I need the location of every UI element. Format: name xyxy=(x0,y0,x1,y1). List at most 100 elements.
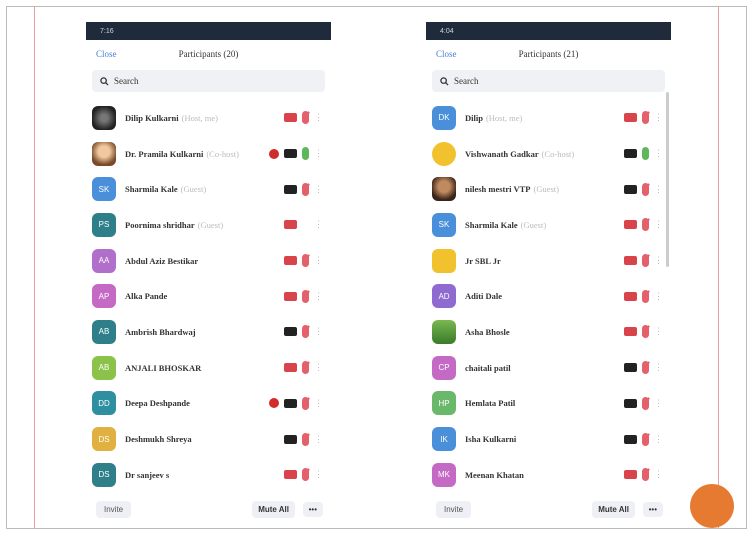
mute-all-button[interactable]: Mute All xyxy=(252,500,295,518)
mic-muted-icon xyxy=(302,361,309,375)
avatar: PS xyxy=(92,212,116,237)
participant-name-text: Dr. Pramila Kulkarni xyxy=(125,148,204,159)
row-menu-icon[interactable]: ⋮ xyxy=(654,148,663,159)
participant-row[interactable]: DS Deshmukh Shreya ⋮ xyxy=(86,421,331,457)
avatar-initials: DD xyxy=(98,398,110,408)
avatar: AD xyxy=(432,284,456,309)
avatar xyxy=(432,248,456,273)
participant-name-text: Meenan Khatan xyxy=(465,469,524,480)
participant-row[interactable]: MK Meenan Khatan ⋮ xyxy=(426,457,671,493)
avatar-initials: AA xyxy=(98,256,110,266)
participant-row[interactable]: Asha Bhosle ⋮ xyxy=(426,314,671,350)
floating-action-button[interactable] xyxy=(690,484,734,528)
participant-name: Deshmukh Shreya xyxy=(125,434,195,444)
search-input[interactable]: Search xyxy=(432,70,665,92)
participant-status-icons: ⋮ xyxy=(624,289,663,303)
participant-row[interactable]: AD Aditi Dale ⋮ xyxy=(426,278,671,314)
row-menu-icon[interactable]: ⋮ xyxy=(314,255,323,266)
row-menu-icon[interactable]: ⋮ xyxy=(314,398,323,409)
scrollbar[interactable] xyxy=(666,92,669,267)
participant-name-text: Deshmukh Shreya xyxy=(125,434,192,445)
participant-row[interactable]: AP Alka Pande ⋮ xyxy=(86,278,331,314)
avatar: DS xyxy=(92,462,116,487)
participant-name: Alka Pande xyxy=(125,291,170,301)
participant-row[interactable]: AB Ambrish Bhardwaj ⋮ xyxy=(86,314,331,350)
avatar-initials: IK xyxy=(440,434,448,444)
mic-on-icon xyxy=(642,147,649,161)
avatar xyxy=(92,105,116,130)
participant-row[interactable]: SK Sharmila Kale (Guest) ⋮ xyxy=(86,171,331,207)
row-menu-icon[interactable]: ⋮ xyxy=(654,362,663,373)
participant-status-icons: ⋮ xyxy=(269,396,323,410)
participant-status-icons: ⋮ xyxy=(624,432,663,446)
participant-row[interactable]: DS Dr sanjeev s ⋮ xyxy=(86,457,331,493)
row-menu-icon[interactable]: ⋮ xyxy=(654,326,663,337)
participant-row[interactable]: AB ANJALI BHOSKAR ⋮ xyxy=(86,350,331,386)
participant-list: DK Dilip (Host, me) ⋮ Vishwanath Gadkar (C… xyxy=(426,100,671,493)
invite-button[interactable]: Invite xyxy=(436,500,472,518)
participant-name-text: Deepa Deshpande xyxy=(125,398,190,409)
participant-name-text: Abdul Aziz Bestikar xyxy=(125,255,199,266)
row-menu-icon[interactable]: ⋮ xyxy=(654,469,663,480)
participant-status-icons: ⋮ xyxy=(624,361,663,375)
row-menu-icon[interactable]: ⋮ xyxy=(314,219,323,230)
more-button[interactable]: ••• xyxy=(642,501,663,517)
mic-muted-icon xyxy=(642,468,649,482)
row-menu-icon[interactable]: ⋮ xyxy=(314,434,323,445)
invite-button[interactable]: Invite xyxy=(96,500,132,518)
participant-status-icons: ⋮ xyxy=(284,468,323,482)
participant-row[interactable]: Dr. Pramila Kulkarni (Co-host) ⋮ xyxy=(86,136,331,172)
row-menu-icon[interactable]: ⋮ xyxy=(654,291,663,302)
participant-row[interactable]: IK Isha Kulkarni ⋮ xyxy=(426,421,671,457)
row-menu-icon[interactable]: ⋮ xyxy=(654,219,663,230)
participant-status-icons: ⋮ xyxy=(284,111,323,125)
avatar: SK xyxy=(92,177,116,202)
participant-role: (Co-host) xyxy=(541,148,575,159)
video-off-icon xyxy=(624,113,637,123)
participant-role: (Guest) xyxy=(533,184,559,195)
avatar xyxy=(432,319,456,344)
row-menu-icon[interactable]: ⋮ xyxy=(654,184,663,195)
avatar-initials: AB xyxy=(98,363,110,373)
row-menu-icon[interactable]: ⋮ xyxy=(654,398,663,409)
participant-row[interactable]: Jr SBL Jr ⋮ xyxy=(426,243,671,279)
video-on-icon xyxy=(284,434,297,444)
more-button[interactable]: ••• xyxy=(302,501,323,517)
search-icon xyxy=(440,76,449,86)
participant-status-icons: ⋮ xyxy=(624,254,663,268)
recording-icon xyxy=(269,398,279,409)
row-menu-icon[interactable]: ⋮ xyxy=(654,112,663,123)
participant-row[interactable]: HP Hemlata Patil ⋮ xyxy=(426,386,671,422)
row-menu-icon[interactable]: ⋮ xyxy=(314,184,323,195)
mic-muted-icon xyxy=(642,254,649,268)
participant-row[interactable]: Dilip Kulkarni (Host, me) ⋮ xyxy=(86,100,331,136)
participant-status-icons: ⋮ xyxy=(284,254,323,268)
row-menu-icon[interactable]: ⋮ xyxy=(314,326,323,337)
participant-row[interactable]: CP chaitali patil ⋮ xyxy=(426,350,671,386)
row-menu-icon[interactable]: ⋮ xyxy=(314,469,323,480)
row-menu-icon[interactable]: ⋮ xyxy=(314,112,323,123)
bottom-toolbar: Invite Mute All ••• xyxy=(426,496,671,522)
participant-row[interactable]: PS Poornima shridhar (Guest) ⋮ xyxy=(86,207,331,243)
avatar: DD xyxy=(92,391,116,416)
participant-row[interactable]: DK Dilip (Host, me) ⋮ xyxy=(426,100,671,136)
row-menu-icon[interactable]: ⋮ xyxy=(654,255,663,266)
participant-name: ANJALI BHOSKAR xyxy=(125,363,204,373)
participant-list: Dilip Kulkarni (Host, me) ⋮ Dr. Pramila K… xyxy=(86,100,331,493)
search-input[interactable]: Search xyxy=(92,70,325,92)
participant-row[interactable]: DD Deepa Deshpande ⋮ xyxy=(86,386,331,422)
row-menu-icon[interactable]: ⋮ xyxy=(314,291,323,302)
video-on-icon xyxy=(624,184,637,194)
mute-all-button[interactable]: Mute All xyxy=(592,500,635,518)
row-menu-icon[interactable]: ⋮ xyxy=(314,148,323,159)
participant-row[interactable]: Vishwanath Gadkar (Co-host) ⋮ xyxy=(426,136,671,172)
row-menu-icon[interactable]: ⋮ xyxy=(654,434,663,445)
participant-row[interactable]: AA Abdul Aziz Bestikar ⋮ xyxy=(86,243,331,279)
mic-muted-icon xyxy=(642,182,649,196)
participant-row[interactable]: nilesh mestri VTP (Guest) ⋮ xyxy=(426,171,671,207)
row-menu-icon[interactable]: ⋮ xyxy=(314,362,323,373)
participant-status-icons: ⋮ xyxy=(284,325,323,339)
participant-row[interactable]: SK Sharmila Kale (Guest) ⋮ xyxy=(426,207,671,243)
avatar xyxy=(92,141,116,166)
participant-status-icons: ⋮ xyxy=(284,361,323,375)
